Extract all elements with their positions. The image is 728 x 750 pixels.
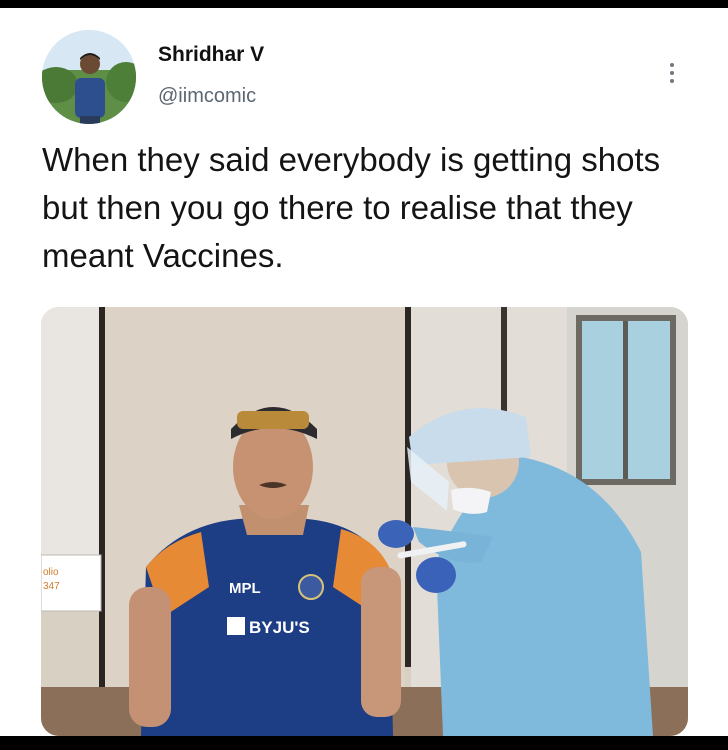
bottom-screen-border [0, 736, 728, 750]
author-name[interactable]: Shridhar V [158, 43, 264, 67]
tweet-text: When they said everybody is getting shot… [42, 141, 661, 274]
more-vertical-icon-dot [670, 79, 674, 83]
avatar[interactable] [42, 30, 136, 124]
sign-number: 347 [43, 581, 60, 592]
more-vertical-icon [670, 63, 674, 67]
tweet-media[interactable]: olio 347 MPL BYJU'S [41, 307, 688, 736]
jersey-logo: MPL [229, 580, 261, 597]
top-screen-border [0, 0, 728, 8]
jersey-sponsor: BYJU'S [249, 618, 310, 637]
author-handle[interactable]: @iimcomic [158, 85, 256, 108]
vaccination-photo: olio 347 MPL BYJU'S [41, 307, 688, 736]
sign-text: olio [43, 567, 59, 578]
more-options-button[interactable] [660, 58, 684, 88]
more-vertical-icon-dot [670, 71, 674, 75]
avatar-image [42, 30, 136, 124]
tweet-card: Shridhar V @iimcomic When they said ever… [0, 8, 728, 736]
